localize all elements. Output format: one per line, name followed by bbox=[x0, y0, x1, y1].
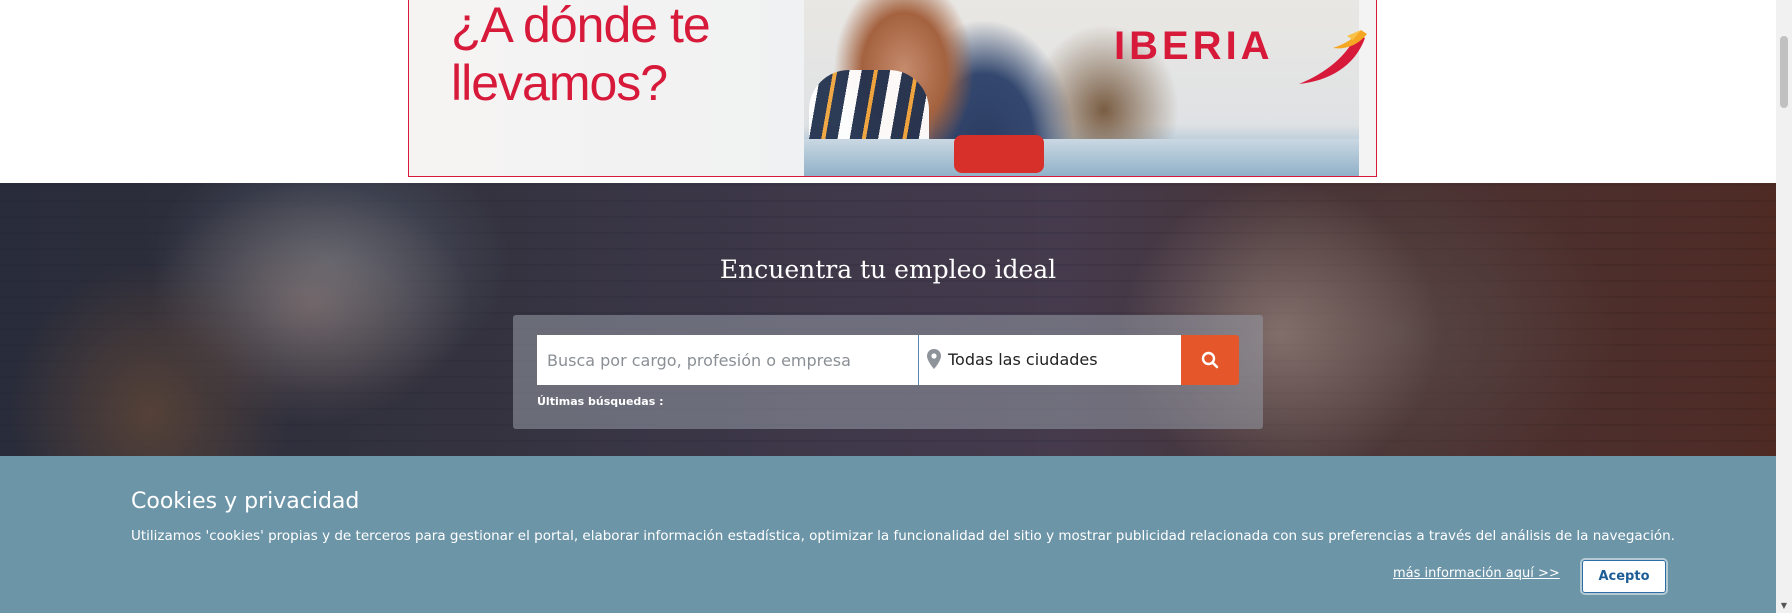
cookie-title: Cookies y privacidad bbox=[131, 489, 360, 514]
ad-photo bbox=[804, 0, 1359, 176]
ad-photo-sea bbox=[804, 139, 1359, 176]
iberia-logo-text: IBERIA bbox=[1114, 24, 1274, 68]
city-select[interactable]: Todas las ciudades bbox=[919, 335, 1181, 385]
ad-headline: ¿A dónde te llevamos? bbox=[451, 0, 711, 111]
location-pin-icon bbox=[927, 349, 941, 369]
cookie-more-info-link[interactable]: más información aquí >> bbox=[1393, 566, 1560, 581]
cookie-accept-button[interactable]: Acepto bbox=[1582, 560, 1666, 593]
iberia-ad-banner[interactable]: ¿A dónde te llevamos? IBERIA bbox=[408, 0, 1377, 177]
scrollbar-thumb[interactable] bbox=[1780, 36, 1788, 108]
search-icon bbox=[1201, 351, 1219, 369]
city-select-value: Todas las ciudades bbox=[948, 350, 1098, 369]
recent-searches-label: Últimas búsquedas : bbox=[537, 395, 664, 408]
cookie-banner: Cookies y privacidad Utilizamos 'cookies… bbox=[0, 456, 1776, 613]
chevron-down-icon[interactable]: ▼ bbox=[1776, 597, 1792, 613]
hero-section: Encuentra tu empleo ideal Todas las ciud… bbox=[0, 183, 1776, 456]
hero-title: Encuentra tu empleo ideal bbox=[719, 255, 1057, 284]
search-panel: Todas las ciudades Últimas búsquedas : bbox=[513, 315, 1263, 429]
cookie-text: Utilizamos 'cookies' propias y de tercer… bbox=[131, 528, 1675, 544]
job-search-input[interactable] bbox=[537, 335, 919, 385]
search-button[interactable] bbox=[1181, 335, 1239, 385]
vertical-scrollbar[interactable]: ▼ bbox=[1776, 0, 1792, 613]
ad-photo-shorts bbox=[954, 135, 1044, 173]
iberia-logo-icon bbox=[1299, 30, 1367, 84]
